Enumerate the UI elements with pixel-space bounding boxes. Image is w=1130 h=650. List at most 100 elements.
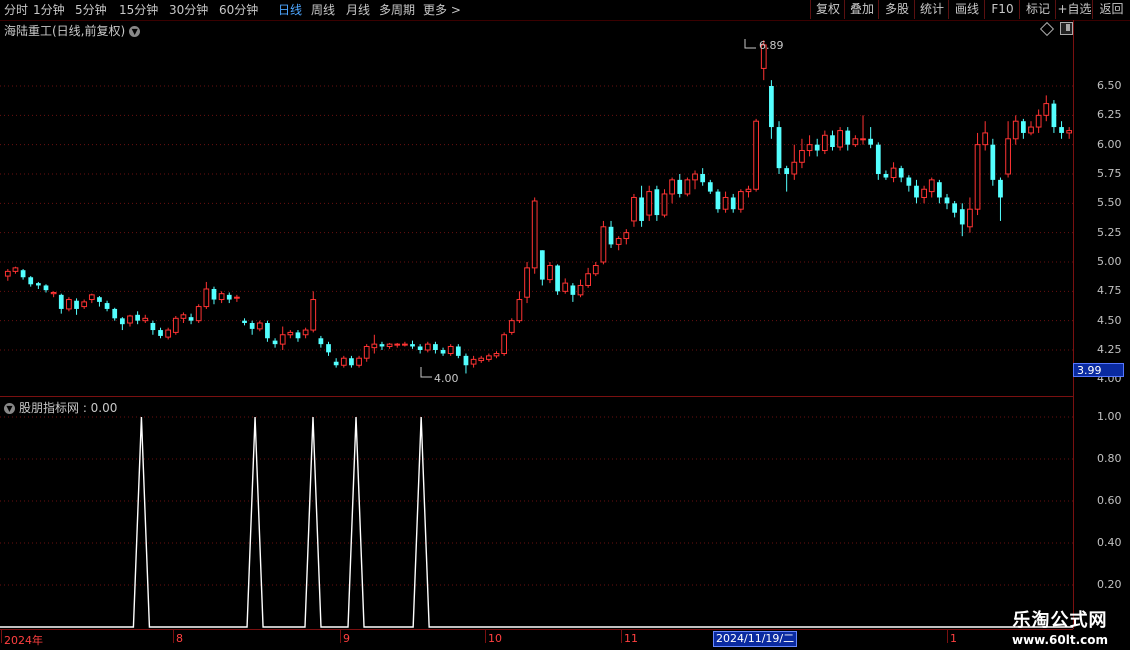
candle[interactable] (1043, 95, 1050, 122)
candle[interactable] (722, 191, 729, 213)
candle[interactable] (737, 189, 744, 213)
candle[interactable] (700, 168, 706, 186)
candle[interactable] (821, 130, 828, 155)
period-tab-6[interactable]: 日线 (278, 2, 302, 18)
candle[interactable] (814, 138, 820, 157)
candle[interactable] (88, 293, 95, 304)
candle[interactable] (402, 341, 408, 347)
candle[interactable] (692, 170, 698, 190)
candle[interactable] (524, 262, 530, 304)
toolbar-button-5[interactable]: F10 (984, 0, 1020, 19)
candle[interactable] (195, 304, 202, 324)
candle[interactable] (440, 347, 446, 356)
candle[interactable] (959, 203, 965, 237)
candle[interactable] (135, 311, 140, 325)
candle[interactable] (577, 279, 584, 298)
candle[interactable] (562, 278, 569, 294)
toolbar-button-8[interactable]: 返回 (1092, 0, 1130, 19)
candle[interactable] (585, 267, 591, 288)
candle[interactable] (218, 291, 225, 304)
candle[interactable] (1005, 121, 1011, 178)
candle[interactable] (600, 220, 607, 265)
candle[interactable] (570, 283, 576, 302)
candle[interactable] (28, 276, 34, 287)
toolbar-button-3[interactable]: 统计 (914, 0, 949, 19)
candle[interactable] (349, 355, 354, 368)
candle[interactable] (547, 262, 553, 284)
period-tab-10[interactable]: 更多 > (423, 2, 461, 18)
toolbar-button-0[interactable]: 复权 (810, 0, 845, 19)
candle[interactable] (371, 334, 378, 354)
candle[interactable] (455, 344, 461, 359)
candle[interactable] (333, 358, 339, 368)
indicator-chart[interactable] (0, 397, 1073, 629)
candle[interactable] (1021, 118, 1026, 139)
candle[interactable] (363, 344, 370, 362)
candle[interactable] (493, 351, 500, 359)
candle[interactable] (188, 313, 194, 325)
candle[interactable] (631, 193, 637, 227)
candle[interactable] (707, 179, 713, 194)
toolbar-button-4[interactable]: 画线 (948, 0, 985, 19)
toolbar-button-7[interactable]: +自选 (1055, 0, 1093, 19)
candle[interactable] (272, 338, 278, 348)
candle[interactable] (639, 185, 644, 227)
toolbar-button-6[interactable]: 标记 (1019, 0, 1056, 19)
candle[interactable] (318, 335, 324, 348)
candle[interactable] (486, 353, 492, 362)
candle[interactable] (745, 185, 752, 198)
candle[interactable] (211, 286, 217, 305)
candle[interactable] (410, 340, 415, 349)
candle[interactable] (234, 294, 240, 302)
candle[interactable] (845, 127, 851, 151)
candle[interactable] (180, 312, 187, 324)
candle[interactable] (608, 220, 614, 248)
candle[interactable] (684, 177, 691, 197)
candle[interactable] (944, 193, 950, 210)
candle[interactable] (799, 138, 805, 169)
candle[interactable] (531, 197, 538, 274)
candle[interactable] (1012, 115, 1019, 145)
candle[interactable] (279, 326, 286, 350)
candle[interactable] (539, 250, 545, 286)
candle[interactable] (654, 185, 660, 221)
candle[interactable] (898, 165, 904, 183)
candle[interactable] (806, 135, 813, 157)
candle[interactable] (1059, 121, 1064, 139)
candle[interactable] (952, 200, 958, 218)
candle[interactable] (890, 162, 897, 183)
candle[interactable] (265, 320, 270, 342)
candle[interactable] (104, 300, 110, 312)
candle[interactable] (623, 229, 630, 245)
candle[interactable] (127, 314, 133, 327)
candle[interactable] (66, 297, 72, 312)
candle[interactable] (447, 344, 454, 356)
period-tab-1[interactable]: 1分钟 (33, 2, 65, 18)
candle[interactable] (715, 189, 721, 213)
candle[interactable] (310, 291, 317, 333)
candle[interactable] (165, 327, 172, 340)
candle[interactable] (508, 318, 515, 335)
candle[interactable] (661, 189, 668, 218)
candle[interactable] (791, 144, 798, 180)
candle[interactable] (226, 292, 232, 304)
period-tab-3[interactable]: 15分钟 (119, 2, 158, 18)
candle[interactable] (982, 121, 989, 151)
candle[interactable] (478, 355, 485, 363)
candle[interactable] (501, 332, 508, 356)
candle[interactable] (340, 355, 347, 368)
candle[interactable] (615, 236, 622, 251)
candle[interactable] (646, 185, 653, 221)
candle[interactable] (379, 341, 385, 350)
candle[interactable] (516, 291, 523, 324)
candle[interactable] (852, 135, 859, 148)
candle[interactable] (326, 341, 331, 356)
candle[interactable] (470, 355, 477, 368)
candle[interactable] (998, 177, 1003, 221)
period-tab-4[interactable]: 30分钟 (169, 2, 208, 18)
candlestick-chart[interactable] (0, 36, 1073, 381)
candle[interactable] (394, 342, 401, 348)
candle[interactable] (97, 296, 102, 307)
candle[interactable] (1028, 121, 1034, 136)
candle[interactable] (150, 320, 156, 335)
